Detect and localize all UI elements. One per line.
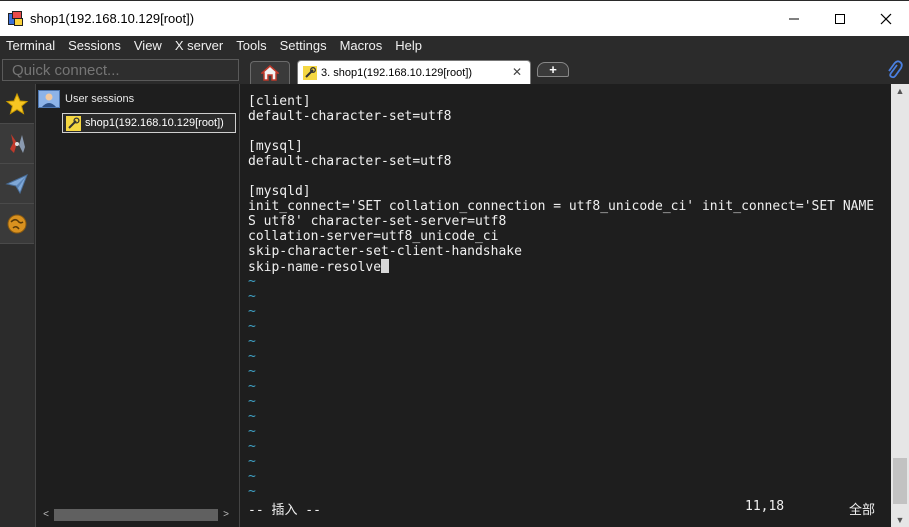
tilde-marker: ~ [248,334,256,349]
tilde-marker: ~ [248,319,256,334]
scroll-down-icon[interactable]: ▼ [891,513,909,527]
sidebar-tools-button[interactable] [0,124,34,164]
scroll-left-icon[interactable]: < [40,509,52,520]
tilde-marker: ~ [248,409,256,424]
terminal-line: default-character-set=utf8 [248,109,452,124]
tilde-marker: ~ [248,394,256,409]
vim-mode-indicator: -- 插入 -- [248,503,321,518]
maximize-button[interactable] [817,1,863,37]
terminal-line: default-character-set=utf8 [248,154,452,169]
menu-sessions[interactable]: Sessions [62,36,128,56]
session-item-shop1[interactable]: shop1(192.168.10.129[root]) [62,113,236,133]
quick-connect-input[interactable] [2,59,239,81]
user-sessions-node[interactable]: User sessions [38,90,134,108]
menu-tools[interactable]: Tools [230,36,273,56]
menu-terminal[interactable]: Terminal [0,36,62,56]
scrollbar-thumb[interactable] [893,458,907,504]
tree-horizontal-scrollbar[interactable]: < > [40,508,236,521]
sidebar-icon-strip [0,84,36,527]
minimize-icon [789,18,799,20]
tilde-marker: ~ [248,484,256,499]
window-title: shop1(192.168.10.129[root]) [30,11,195,26]
terminal-line: collation-server=utf8_unicode_ci [248,229,499,244]
tilde-marker: ~ [248,424,256,439]
terminal-line: skip-character-set-client-handshake [248,244,522,259]
maximize-icon [835,14,845,24]
terminal-line: [client] [248,94,311,109]
tilde-marker: ~ [248,469,256,484]
tilde-marker: ~ [248,304,256,319]
session-tab-label: 3. shop1(192.168.10.129[root]) [321,66,473,79]
terminal-line: [mysql] [248,139,303,154]
title-bar: shop1(192.168.10.129[root]) [0,0,909,36]
tilde-marker: ~ [248,439,256,454]
toolbar-row: 3. shop1(192.168.10.129[root]) ✕ + [0,56,909,84]
scroll-right-icon[interactable]: > [220,509,232,520]
sidebar-macros-button[interactable] [0,204,34,244]
close-icon [880,13,892,25]
tilde-marker: ~ [248,349,256,364]
menu-view[interactable]: View [128,36,169,56]
tilde-marker: ~ [248,454,256,469]
menu-macros[interactable]: Macros [334,36,390,56]
scroll-position: 全部 [849,503,876,518]
terminal-pane[interactable]: [client] default-character-set=utf8 [mys… [242,84,891,527]
tilde-marker: ~ [248,379,256,394]
terminal-cursor-line: skip-name-resolve [248,259,390,275]
star-icon [5,92,29,115]
mobaxterm-app-icon [8,10,24,27]
scroll-up-icon[interactable]: ▲ [891,84,909,98]
terminal-line: [mysqld] [248,184,311,199]
terminal-line: init_connect='SET collation_connection =… [248,199,875,214]
menu-bar: Terminal Sessions View X server Tools Se… [0,36,909,56]
tilde-marker: ~ [248,274,256,289]
scrollbar-thumb[interactable] [54,508,218,521]
home-tab[interactable] [250,61,290,84]
menu-help[interactable]: Help [389,36,429,56]
sidebar-sessions-button[interactable] [0,84,34,124]
terminal-line: S utf8' character-set-server=utf8 [248,214,507,229]
home-icon [261,65,279,81]
session-item-label: shop1(192.168.10.129[root]) [85,117,224,129]
globe-icon [7,214,27,233]
terminal-vertical-scrollbar[interactable]: ▲ ▼ [891,84,909,527]
user-folder-icon [38,90,60,108]
close-button[interactable] [863,1,909,37]
wrench-icon [303,65,317,80]
cursor-position: 11,18 [745,499,785,514]
menu-settings[interactable]: Settings [274,36,334,56]
terminal-line-text: skip-name-resolve [248,260,382,275]
session-tab[interactable]: 3. shop1(192.168.10.129[root]) ✕ [297,60,531,84]
text-cursor [381,259,390,273]
tools-icon [10,133,25,153]
tilde-marker: ~ [248,364,256,379]
new-tab-button[interactable]: + [537,62,569,77]
tab-close-icon[interactable]: ✕ [512,65,522,79]
wrench-icon [66,115,81,131]
sidebar-sftp-button[interactable] [0,164,34,204]
menu-x-server[interactable]: X server [169,36,230,56]
paperclip-icon[interactable] [885,60,903,80]
user-sessions-label: User sessions [65,93,135,105]
minimize-button[interactable] [771,1,817,37]
tilde-marker: ~ [248,289,256,304]
session-tree: User sessions shop1(192.168.10.129[root]… [36,84,240,527]
paper-plane-icon [5,173,28,194]
